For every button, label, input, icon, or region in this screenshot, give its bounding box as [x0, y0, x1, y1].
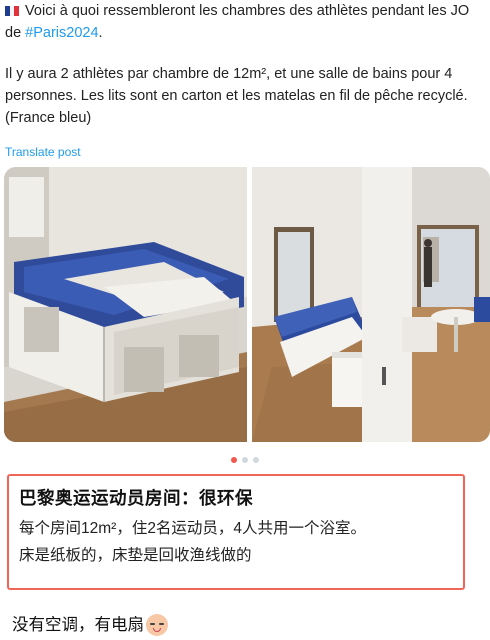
- caption-title: 巴黎奥运运动员房间：很环保: [19, 488, 253, 508]
- carousel-indicator: [0, 457, 490, 463]
- post-paragraph-2: Il y aura 2 athlètes par chambre de 12m²…: [5, 66, 468, 126]
- grinning-face-icon: [146, 614, 168, 636]
- translate-post-link[interactable]: Translate post: [5, 145, 81, 159]
- carousel-dot-1[interactable]: [231, 457, 237, 463]
- footer-comment: 没有空调，有电扇: [12, 612, 168, 638]
- post-text-line1-end: .: [98, 25, 103, 41]
- photo-athlete-room[interactable]: [252, 167, 490, 442]
- photo-athlete-room-image: [252, 167, 490, 442]
- photo-cardboard-beds[interactable]: [4, 167, 247, 442]
- caption-line-1: 每个房间12m²，住2名运动员，4人共用一个浴室。: [19, 520, 367, 537]
- carousel-dot-3[interactable]: [253, 457, 259, 463]
- footer-text: 没有空调，有电扇: [12, 616, 144, 634]
- france-flag-icon: [5, 6, 19, 16]
- hashtag-link[interactable]: #Paris2024: [25, 25, 98, 41]
- media-carousel[interactable]: [4, 167, 490, 442]
- chinese-caption-box: 巴黎奥运运动员房间：很环保 每个房间12m²，住2名运动员，4人共用一个浴室。 …: [7, 474, 465, 590]
- caption-line-2: 床是纸板的，床垫是回收渔线做的: [19, 547, 252, 564]
- post-paragraph-1: Voici à quoi ressembleront les chambres …: [5, 0, 487, 44]
- post-text: Voici à quoi ressembleront les chambres …: [5, 0, 487, 129]
- carousel-dot-2[interactable]: [242, 457, 248, 463]
- photo-cardboard-beds-image: [4, 167, 247, 442]
